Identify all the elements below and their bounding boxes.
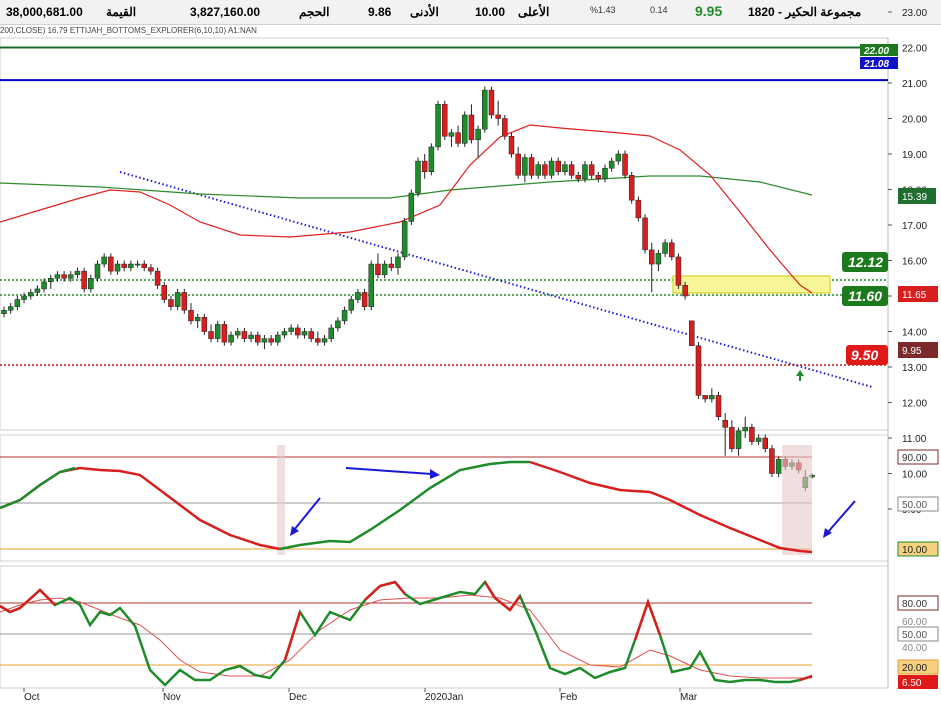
candle bbox=[462, 111, 468, 147]
candle bbox=[769, 445, 775, 478]
price-tick-label: 14.00 bbox=[902, 328, 927, 339]
price-tick-label: 20.00 bbox=[902, 115, 927, 126]
osc2-80-label: 80.00 bbox=[902, 599, 927, 610]
candle bbox=[675, 253, 682, 289]
marker-ma200: 15.39 bbox=[902, 192, 927, 203]
osc1-bottom-label: 10.00 bbox=[902, 545, 927, 556]
price-panel bbox=[0, 37, 889, 431]
osc1-highlight-1 bbox=[277, 445, 285, 555]
marker-last: 9.95 bbox=[902, 346, 922, 357]
candle bbox=[368, 260, 375, 311]
price-tick-label: 23.00 bbox=[902, 8, 927, 19]
candle bbox=[689, 320, 695, 346]
oscillator-2-panel bbox=[0, 565, 889, 689]
chart-svg[interactable]: 23.0022.0021.0020.0019.0018.0017.0016.00… bbox=[0, 0, 941, 707]
time-tick-label: Nov bbox=[163, 692, 181, 703]
price-tick-label: 17.00 bbox=[902, 221, 927, 232]
candle bbox=[415, 157, 421, 197]
osc2-last-label: 6.50 bbox=[902, 678, 922, 689]
time-tick-label: 2020Jan bbox=[425, 692, 463, 703]
time-tick-label: Dec bbox=[289, 692, 307, 703]
time-tick-label: Mar bbox=[680, 692, 698, 703]
resistance-2-label: 11.60 bbox=[848, 288, 882, 304]
osc2-20-label: 20.00 bbox=[902, 663, 927, 674]
candle bbox=[635, 196, 642, 222]
resistance-1-label: 12.12 bbox=[848, 254, 883, 270]
price-tick-label: 13.00 bbox=[902, 363, 927, 374]
candle bbox=[502, 114, 508, 140]
candle bbox=[488, 86, 495, 119]
osc2-60-label: 60.00 bbox=[902, 617, 927, 628]
price-tick-label: 16.00 bbox=[902, 257, 927, 268]
osc1-top-label: 90.00 bbox=[902, 453, 927, 464]
candle bbox=[508, 132, 515, 158]
candle bbox=[181, 288, 188, 314]
candle bbox=[81, 267, 87, 293]
osc2-40-label: 40.00 bbox=[902, 643, 927, 654]
candle bbox=[715, 391, 722, 421]
candle bbox=[401, 217, 408, 261]
candle bbox=[408, 189, 415, 225]
price-tick-label: 21.00 bbox=[902, 79, 927, 90]
candle bbox=[435, 100, 441, 151]
marker-ma-red: 11.65 bbox=[902, 290, 927, 301]
price-tick-label: 10.00 bbox=[902, 470, 927, 481]
candle bbox=[428, 143, 435, 176]
osc1-mid-label: 50.00 bbox=[902, 500, 927, 511]
price-tick-label: 12.00 bbox=[902, 399, 927, 410]
price-tick-label: 11.00 bbox=[902, 434, 927, 445]
candle bbox=[441, 100, 448, 140]
marker-top-blue: 21.08 bbox=[863, 59, 889, 70]
candle bbox=[622, 150, 628, 179]
candle bbox=[528, 154, 535, 179]
oscillator-1-panel bbox=[0, 434, 889, 562]
osc1-highlight-2 bbox=[782, 445, 812, 555]
chart-window: 38,000,681.00 القيمة 3,827,160.00 الحجم … bbox=[0, 0, 941, 707]
candle bbox=[695, 342, 702, 399]
osc2-50-label: 50.00 bbox=[902, 630, 927, 641]
target-zone bbox=[672, 275, 831, 294]
time-tick-label: Oct bbox=[24, 692, 40, 703]
price-tick-label: 19.00 bbox=[902, 150, 927, 161]
price-tick-label: 22.00 bbox=[902, 44, 927, 55]
marker-top-green: 22.00 bbox=[863, 46, 889, 57]
candle bbox=[221, 320, 228, 346]
candle bbox=[642, 214, 648, 254]
time-tick-label: Feb bbox=[560, 692, 578, 703]
candle bbox=[482, 86, 488, 133]
candle bbox=[628, 171, 635, 204]
support-label: 9.50 bbox=[851, 347, 878, 363]
